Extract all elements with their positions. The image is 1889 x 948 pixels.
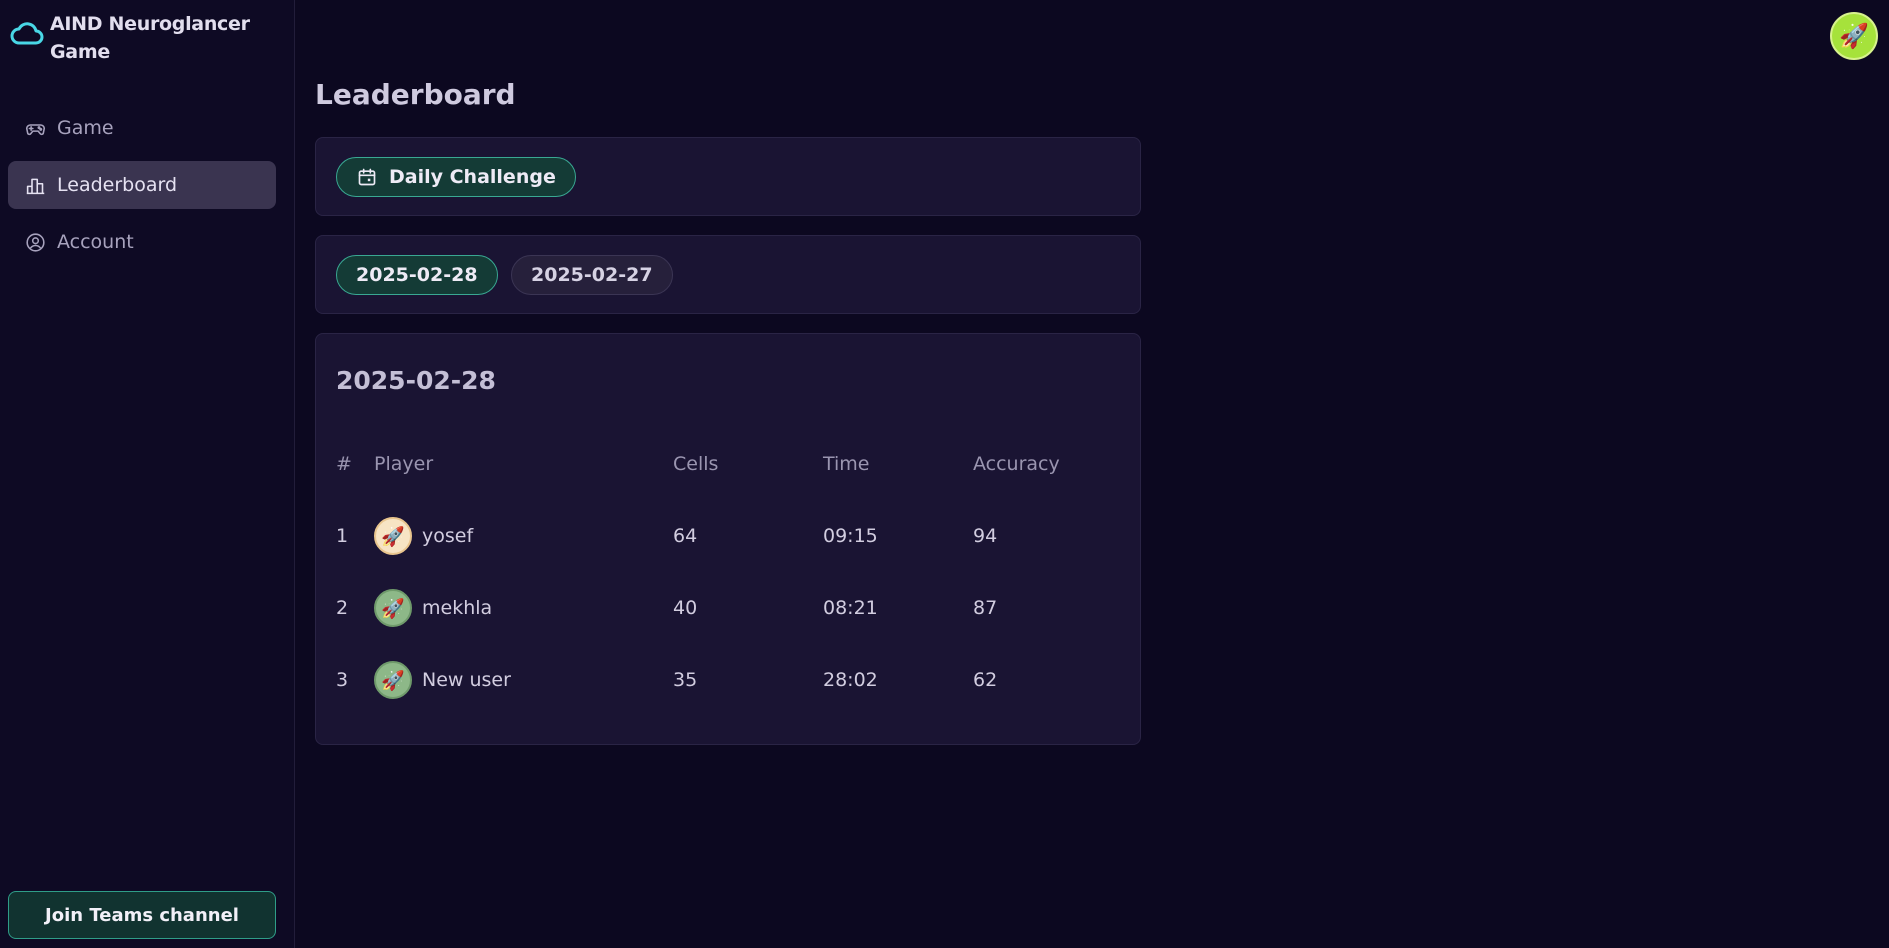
date-selector-card: 2025-02-28 2025-02-27 (315, 235, 1141, 314)
table-row: 1 🚀 yosef 64 09:15 94 (336, 516, 1116, 556)
rank-cell: 2 (336, 597, 349, 619)
sidebar: AIND Neuroglancer Game Game Leaderboard … (0, 0, 295, 948)
sidebar-nav: Game Leaderboard Account (8, 104, 276, 275)
sidebar-item-label: Leaderboard (57, 174, 178, 196)
rank-cell: 1 (336, 525, 349, 547)
bar-chart-icon (26, 178, 45, 194)
player-cell: 🚀 New user (374, 660, 511, 700)
daily-challenge-button[interactable]: Daily Challenge (336, 157, 576, 197)
challenge-card: Daily Challenge (315, 137, 1141, 216)
column-header-rank: # (336, 453, 352, 475)
cells-cell: 40 (673, 597, 698, 619)
player-avatar: 🚀 (374, 589, 412, 627)
player-cell: 🚀 yosef (374, 516, 473, 556)
cells-cell: 64 (673, 525, 698, 547)
player-cell: 🚀 mekhla (374, 588, 492, 628)
date-tab-2025-02-28[interactable]: 2025-02-28 (336, 255, 498, 295)
column-header-accuracy: Accuracy (973, 453, 1060, 475)
accuracy-cell: 62 (973, 669, 998, 691)
column-header-time: Time (823, 453, 870, 475)
accuracy-cell: 87 (973, 597, 998, 619)
column-header-player: Player (374, 453, 434, 475)
calendar-icon (358, 168, 376, 186)
gamepad-icon (25, 123, 46, 135)
rocket-icon: 🚀 (381, 669, 405, 692)
time-cell: 28:02 (823, 669, 878, 691)
table-header: # Player Cells Time Accuracy (336, 444, 1116, 484)
sidebar-item-label: Account (57, 231, 134, 253)
cells-cell: 35 (673, 669, 698, 691)
rank-cell: 3 (336, 669, 349, 691)
leaderboard-date-heading: 2025-02-28 (336, 366, 496, 395)
accuracy-cell: 94 (973, 525, 998, 547)
sidebar-item-account[interactable]: Account (8, 218, 276, 266)
sidebar-item-game[interactable]: Game (8, 104, 276, 152)
sidebar-item-label: Game (57, 117, 114, 139)
brand[interactable]: AIND Neuroglancer Game (10, 10, 280, 66)
time-cell: 09:15 (823, 525, 878, 547)
player-name: New user (422, 669, 511, 691)
table-row: 2 🚀 mekhla 40 08:21 87 (336, 588, 1116, 628)
cloud-logo-icon (10, 22, 44, 45)
player-name: yosef (422, 525, 474, 547)
join-teams-button[interactable]: Join Teams channel (8, 891, 276, 939)
player-avatar: 🚀 (374, 517, 412, 555)
column-header-cells: Cells (673, 453, 719, 475)
rocket-icon: 🚀 (381, 597, 405, 620)
date-tab-2025-02-27[interactable]: 2025-02-27 (511, 255, 673, 295)
user-avatar[interactable]: 🚀 (1830, 12, 1878, 60)
time-cell: 08:21 (823, 597, 878, 619)
table-row: 3 🚀 New user 35 28:02 62 (336, 660, 1116, 700)
app-title: AIND Neuroglancer Game (50, 13, 250, 63)
player-avatar: 🚀 (374, 661, 412, 699)
leaderboard-card: 2025-02-28 # Player Cells Time Accuracy … (315, 333, 1141, 745)
sidebar-item-leaderboard[interactable]: Leaderboard (8, 161, 276, 209)
user-circle-icon (26, 232, 45, 252)
player-name: mekhla (422, 597, 493, 619)
rocket-icon: 🚀 (381, 525, 405, 548)
rocket-icon: 🚀 (1839, 22, 1869, 50)
page-title: Leaderboard (315, 78, 516, 111)
daily-challenge-label: Daily Challenge (389, 166, 556, 188)
